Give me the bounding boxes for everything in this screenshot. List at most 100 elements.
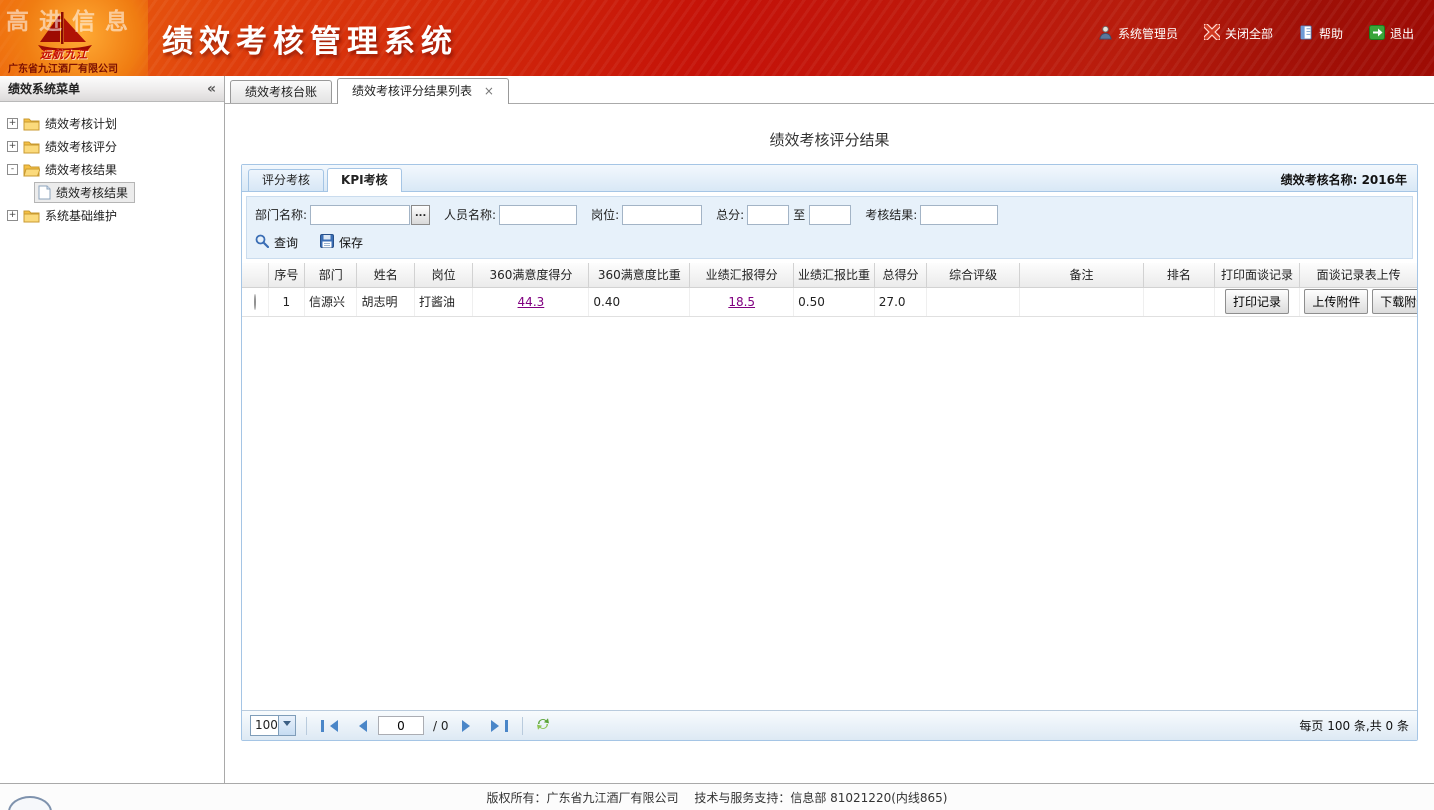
prev-page-button[interactable]: [349, 720, 371, 732]
tab-close-icon[interactable]: ×: [484, 84, 494, 98]
col-select[interactable]: [242, 263, 268, 287]
expand-plus-icon[interactable]: +: [7, 141, 18, 152]
tree-node-plan[interactable]: + 绩效考核计划: [4, 112, 220, 135]
sidebar: 绩效系统菜单 « + 绩效考核计划 + 绩效考核评分: [0, 76, 225, 783]
user-icon: [1098, 25, 1113, 43]
grid-empty-area: [242, 317, 1417, 711]
subtab-kpi-label: KPI考核: [341, 173, 388, 187]
cell-post: 打酱油: [414, 287, 472, 316]
col-remark[interactable]: 备注: [1020, 263, 1144, 287]
app-title: 绩效考核管理系统: [162, 16, 458, 61]
tree-node-results[interactable]: - 绩效考核结果: [4, 158, 220, 181]
col-post[interactable]: 岗位: [414, 263, 472, 287]
last-page-button[interactable]: [487, 720, 512, 732]
assessment-name-label: 绩效考核名称: 2016年: [1281, 171, 1407, 188]
col-rank[interactable]: 排名: [1144, 263, 1215, 287]
query-button[interactable]: 查询: [255, 234, 298, 251]
dept-input[interactable]: [310, 205, 410, 225]
col-report-weight[interactable]: 业绩汇报比重: [794, 263, 875, 287]
col-name[interactable]: 姓名: [357, 263, 414, 287]
cell-weight360: 0.40: [589, 287, 690, 316]
total-score-to-input[interactable]: [809, 205, 851, 225]
page-number-input[interactable]: [378, 716, 424, 735]
exit-button[interactable]: 退出: [1369, 25, 1414, 43]
col-upload[interactable]: 面谈记录表上传: [1300, 263, 1417, 287]
folder-icon: [23, 209, 40, 223]
cell-seq: 1: [268, 287, 304, 316]
select-arrow-icon: [278, 716, 295, 735]
col-total[interactable]: 总得分: [874, 263, 926, 287]
query-button-label: 查询: [274, 234, 298, 251]
col-rating[interactable]: 综合评级: [927, 263, 1020, 287]
tree-node-maintenance[interactable]: + 系统基础维护: [4, 204, 220, 227]
cell-total: 27.0: [874, 287, 926, 316]
admin-user-button[interactable]: 系统管理员: [1098, 25, 1178, 43]
upload-attachment-button[interactable]: 上传附件: [1304, 289, 1368, 314]
selected-tree-item[interactable]: 绩效考核结果: [34, 182, 135, 203]
tab-result-list[interactable]: 绩效考核评分结果列表 ×: [337, 78, 509, 104]
divider: [306, 717, 307, 735]
expand-plus-icon[interactable]: +: [7, 118, 18, 129]
dept-picker-button[interactable]: ...: [411, 205, 430, 225]
cell-rating: [927, 287, 1020, 316]
cell-remark: [1020, 287, 1144, 316]
person-label: 人员名称:: [444, 206, 496, 223]
cell-name: 胡志明: [357, 287, 414, 316]
result-panel: 评分考核 KPI考核 绩效考核名称: 2016年 部门名称:: [241, 164, 1418, 741]
report-score-link[interactable]: 18.5: [728, 295, 755, 309]
col-dept[interactable]: 部门: [305, 263, 357, 287]
cell-rank: [1144, 287, 1215, 316]
subtab-kpi[interactable]: KPI考核: [327, 168, 402, 192]
tree-label-maintenance[interactable]: 系统基础维护: [45, 207, 117, 224]
page-size-select[interactable]: 100: [250, 715, 296, 736]
search-box: 部门名称: ... 人员名称: 岗位:: [246, 196, 1413, 259]
results-grid: 序号 部门 姓名 岗位 360满意度得分 360满意度比重 业绩汇报得分 业绩汇…: [242, 263, 1417, 317]
tree-node-results-leaf[interactable]: 绩效考核结果: [34, 181, 220, 204]
col-print[interactable]: 打印面谈记录: [1214, 263, 1300, 287]
next-page-button[interactable]: [458, 720, 480, 732]
tree-label-plan[interactable]: 绩效考核计划: [45, 115, 117, 132]
person-input[interactable]: [499, 205, 577, 225]
paging-toolbar: 100 / 0: [242, 710, 1417, 740]
exit-label: 退出: [1390, 25, 1414, 42]
save-button[interactable]: 保存: [320, 234, 363, 251]
refresh-button[interactable]: [533, 716, 553, 735]
footer: 版权所有：广东省九江酒厂有限公司 技术与服务支持：信息部 81021220(内线…: [0, 783, 1434, 810]
help-label: 帮助: [1319, 25, 1343, 42]
tree-label-results-leaf[interactable]: 绩效考核结果: [56, 184, 128, 201]
sidebar-collapse-button[interactable]: «: [207, 82, 216, 96]
tab-ledger[interactable]: 绩效考核台账: [230, 80, 332, 103]
col-report-score[interactable]: 业绩汇报得分: [690, 263, 794, 287]
tree-label-results[interactable]: 绩效考核结果: [45, 161, 117, 178]
tree-label-scoring[interactable]: 绩效考核评分: [45, 138, 117, 155]
help-button[interactable]: 帮助: [1299, 25, 1343, 43]
score360-link[interactable]: 44.3: [518, 295, 545, 309]
cell-dept: 信源兴: [305, 287, 357, 316]
paging-summary: 每页 100 条,共 0 条: [1299, 717, 1409, 734]
open-folder-icon: [23, 163, 40, 177]
print-record-button[interactable]: 打印记录: [1225, 289, 1289, 314]
result-input[interactable]: [920, 205, 998, 225]
cell-report-weight: 0.50: [794, 287, 875, 316]
divider: [522, 717, 523, 735]
subtab-score[interactable]: 评分考核: [248, 169, 324, 191]
top-banner: 远航九江 广东省九江酒厂有限公司 高进信息 绩效考核管理系统 系统管理员: [0, 0, 1434, 76]
page-title: 绩效考核评分结果: [241, 129, 1418, 150]
first-page-button[interactable]: [317, 720, 342, 732]
close-all-button[interactable]: 关闭全部: [1204, 24, 1273, 43]
folder-icon: [23, 140, 40, 154]
row-radio-button[interactable]: [254, 294, 256, 310]
save-button-label: 保存: [339, 234, 363, 251]
menu-tree: + 绩效考核计划 + 绩效考核评分 -: [0, 102, 224, 237]
collapse-minus-icon[interactable]: -: [7, 164, 18, 175]
total-score-from-input[interactable]: [747, 205, 789, 225]
col-weight360[interactable]: 360满意度比重: [589, 263, 690, 287]
expand-plus-icon[interactable]: +: [7, 210, 18, 221]
col-seq[interactable]: 序号: [268, 263, 304, 287]
grid-header-row: 序号 部门 姓名 岗位 360满意度得分 360满意度比重 业绩汇报得分 业绩汇…: [242, 263, 1417, 287]
col-score360[interactable]: 360满意度得分: [473, 263, 589, 287]
download-attachment-button[interactable]: 下载附件: [1372, 289, 1417, 314]
tree-node-scoring[interactable]: + 绩效考核评分: [4, 135, 220, 158]
post-input[interactable]: [622, 205, 702, 225]
refresh-icon: [535, 716, 551, 735]
